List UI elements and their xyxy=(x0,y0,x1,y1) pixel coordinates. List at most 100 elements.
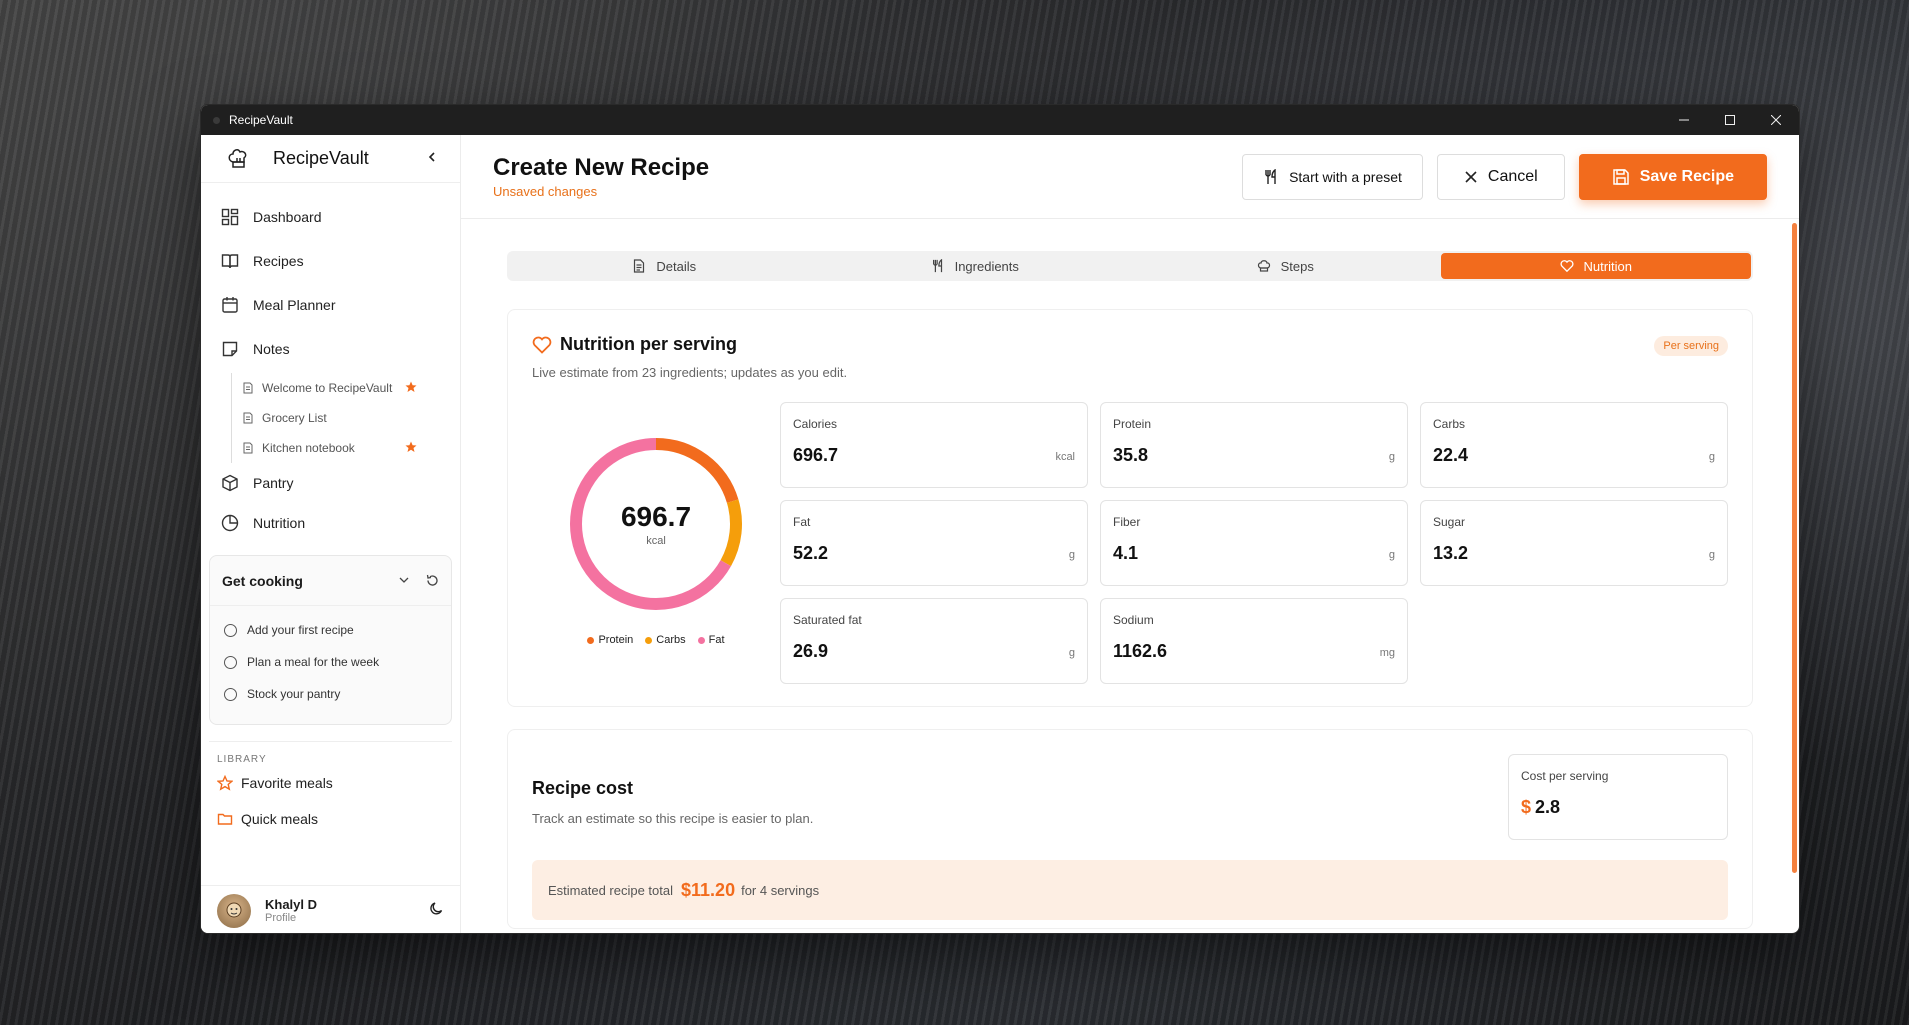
minimize-icon xyxy=(1679,119,1689,121)
utensils-icon xyxy=(1265,168,1276,184)
checklist-label: Stock your pantry xyxy=(247,687,341,701)
notes-list: Welcome to RecipeVault Grocery List Kitc… xyxy=(231,373,460,463)
note-label: Grocery List xyxy=(262,411,327,425)
checklist-item[interactable]: Add your first recipe xyxy=(210,614,451,646)
donut-value: 696.7 xyxy=(620,501,692,532)
checklist-item[interactable]: Plan a meal for the week xyxy=(210,646,451,678)
nav-nutrition[interactable]: Nutrition xyxy=(201,503,460,543)
moon-icon xyxy=(430,901,443,914)
estimate-prefix: Estimated recipe total xyxy=(548,882,674,898)
metric-protein: Protein 35.8 g xyxy=(1100,402,1408,488)
library-item-quick-meals[interactable]: Quick meals xyxy=(201,801,460,837)
maximize-icon xyxy=(1725,115,1735,125)
note-item-welcome[interactable]: Welcome to RecipeVault xyxy=(242,373,460,403)
collapse-sidebar-button[interactable] xyxy=(426,150,438,168)
box-icon xyxy=(222,474,238,492)
estimate-suffix: for 4 servings xyxy=(741,882,820,898)
grid-icon xyxy=(221,208,239,226)
checklist-label: Plan a meal for the week xyxy=(247,655,380,669)
tab-steps[interactable]: Steps xyxy=(1130,253,1441,279)
nav-pantry[interactable]: Pantry xyxy=(201,463,460,503)
radio-button[interactable] xyxy=(224,623,237,637)
close-icon xyxy=(1465,170,1477,183)
legend-item-protein: Protein xyxy=(587,634,633,646)
donut-unit: kcal xyxy=(646,535,666,547)
brand-name: RecipeVault xyxy=(273,148,369,168)
button-label: Save Recipe xyxy=(1639,167,1734,185)
radio-button[interactable] xyxy=(224,655,237,669)
theme-toggle-button[interactable] xyxy=(429,901,444,921)
minimize-button[interactable] xyxy=(1661,105,1707,135)
nav-dashboard[interactable]: Dashboard xyxy=(201,195,460,239)
metric-carbs: Carbs 22.4 g xyxy=(1420,402,1728,488)
nav-notes[interactable]: Notes xyxy=(201,327,460,371)
checklist-label: Add your first recipe xyxy=(247,623,354,637)
file-icon xyxy=(243,442,253,454)
refresh-icon[interactable] xyxy=(426,574,439,587)
tab-label: Steps xyxy=(1280,258,1314,274)
library-item-favorites[interactable]: Favorite meals xyxy=(201,765,460,801)
nav-label: Pantry xyxy=(253,475,294,491)
cost-per-serving-field[interactable]: Cost per serving $2.8 xyxy=(1508,754,1728,840)
scrollbar[interactable] xyxy=(1792,223,1797,873)
window-controls xyxy=(1661,105,1799,135)
file-icon xyxy=(243,412,253,424)
button-label: Cancel xyxy=(1487,167,1538,185)
donut-legend: Protein Carbs Fat xyxy=(587,634,725,646)
get-cooking-header[interactable]: Get cooking xyxy=(210,556,451,606)
note-item-kitchen[interactable]: Kitchen notebook xyxy=(242,433,460,463)
brand: RecipeVault xyxy=(201,135,460,183)
window-title: RecipeVault xyxy=(229,113,293,127)
star-icon[interactable] xyxy=(405,381,425,396)
metric-calories: Calories 696.7 kcal xyxy=(780,402,1088,488)
nutrition-card-title: Nutrition per serving xyxy=(532,334,1728,355)
profile-role: Profile xyxy=(265,912,297,924)
profile-bar[interactable]: Khalyl D Profile xyxy=(201,885,460,933)
calorie-donut-chart: 696.7 kcal Protein Carbs Fat xyxy=(532,402,780,684)
cancel-button[interactable]: Cancel xyxy=(1436,153,1565,200)
book-icon xyxy=(221,254,239,269)
star-icon xyxy=(217,775,233,791)
star-icon[interactable] xyxy=(405,441,425,456)
currency-symbol: $ xyxy=(1521,797,1532,817)
sidebar: RecipeVault Dashboard Recipes Meal Plann… xyxy=(201,135,461,933)
close-button[interactable] xyxy=(1753,105,1799,135)
tab-ingredients[interactable]: Ingredients xyxy=(820,253,1131,279)
profile-name: Khalyl D xyxy=(265,897,318,912)
cost-per-serving-value[interactable]: 2.8 xyxy=(1535,797,1560,817)
per-serving-badge: Per serving xyxy=(1654,336,1728,356)
chef-hat-icon xyxy=(1257,260,1270,272)
nav-label: Notes xyxy=(253,341,290,357)
nav-label: Nutrition xyxy=(253,515,306,531)
nutrition-subtitle: Live estimate from 23 ingredients; updat… xyxy=(532,365,848,380)
nutrition-card: Nutrition per serving Live estimate from… xyxy=(507,309,1753,707)
library-label: LIBRARY xyxy=(217,754,267,765)
start-with-preset-button[interactable]: Start with a preset xyxy=(1242,153,1423,200)
note-label: Kitchen notebook xyxy=(262,441,355,455)
note-label: Welcome to RecipeVault xyxy=(262,381,393,395)
folder-icon xyxy=(217,813,233,825)
tab-nutrition[interactable]: Nutrition xyxy=(1440,253,1751,279)
get-cooking-list: Add your first recipe Plan a meal for th… xyxy=(210,606,451,710)
file-icon xyxy=(243,382,253,394)
estimate-amount: $11.20 xyxy=(681,879,736,900)
nav-label: Dashboard xyxy=(253,209,322,225)
maximize-button[interactable] xyxy=(1707,105,1753,135)
checklist-item[interactable]: Stock your pantry xyxy=(210,678,451,710)
recipe-tabs: Details Ingredients Steps Nutrition xyxy=(507,251,1753,281)
app-icon xyxy=(213,117,220,124)
app-window: RecipeVault RecipeVault Dashboard Recipe… xyxy=(200,104,1800,934)
chevron-down-icon[interactable] xyxy=(398,574,410,586)
avatar[interactable] xyxy=(217,893,251,928)
radio-button[interactable] xyxy=(224,687,237,701)
nav-meal-planner[interactable]: Meal Planner xyxy=(201,283,460,327)
save-recipe-button[interactable]: Save Recipe xyxy=(1578,153,1767,200)
nav-recipes[interactable]: Recipes xyxy=(201,239,460,283)
save-icon xyxy=(1612,168,1629,185)
tab-details[interactable]: Details xyxy=(509,253,820,279)
nutrition-metrics-grid: Calories 696.7 kcal Protein 35.8 g Carbs 22.4… xyxy=(780,402,1728,684)
avatar-face-icon xyxy=(226,902,242,917)
get-cooking-title: Get cooking xyxy=(222,572,303,589)
utensils-icon xyxy=(932,259,942,273)
note-item-grocery[interactable]: Grocery List xyxy=(242,403,460,433)
